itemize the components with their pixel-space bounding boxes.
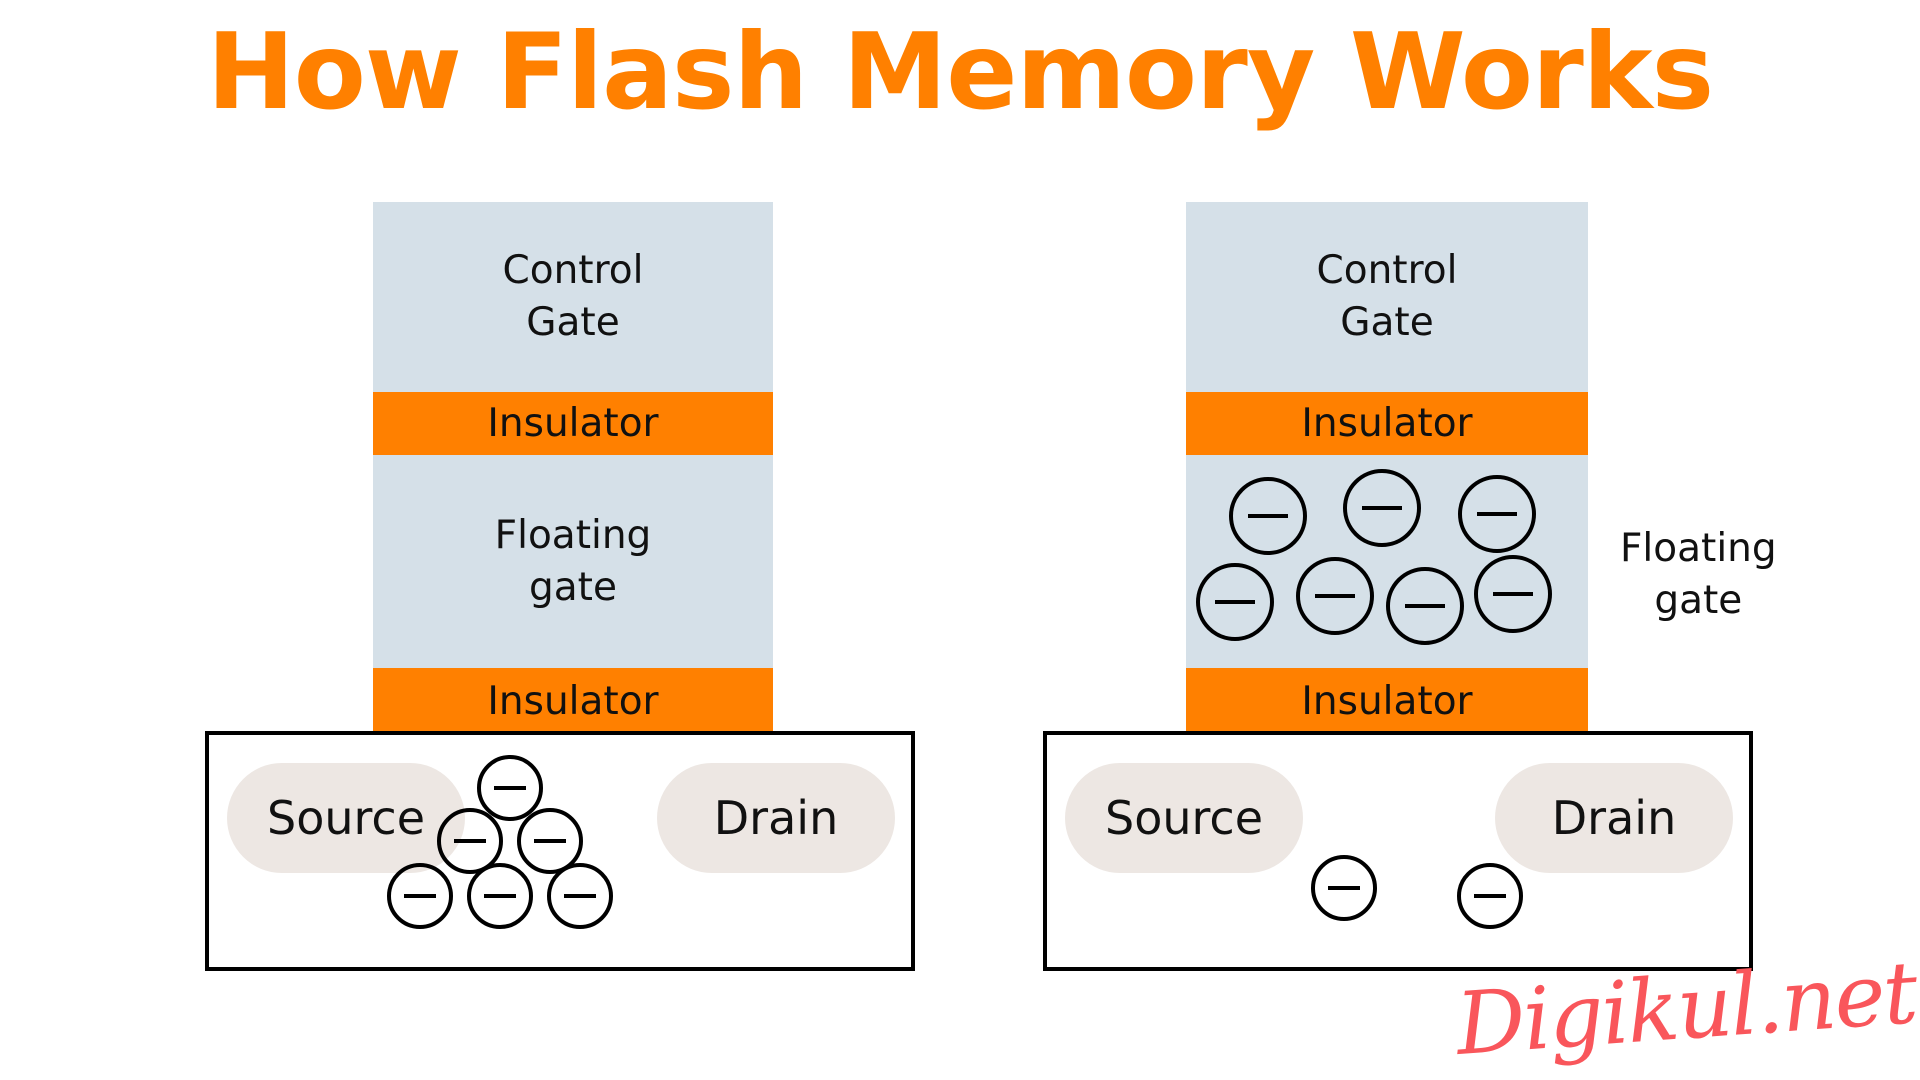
right-insulator-top-label: Insulator: [1301, 400, 1473, 446]
right-control-gate-label-line1: Control: [1316, 248, 1458, 294]
left-drain-label: Drain: [713, 791, 839, 845]
right-floating-gate-electron-3: [1458, 475, 1536, 553]
left-insulator-bottom-label: Insulator: [487, 678, 659, 724]
right-channel-electron-2: [1457, 863, 1523, 929]
left-insulator-top-label: Insulator: [487, 400, 659, 446]
right-drain-label: Drain: [1551, 791, 1677, 845]
right-drain-terminal: Drain: [1495, 763, 1733, 873]
left-insulator-bottom-layer: Insulator: [373, 668, 773, 735]
right-insulator-bottom-label: Insulator: [1301, 678, 1473, 724]
right-floating-gate-electron-4: [1196, 563, 1274, 641]
right-floating-gate-side-label-line1: Floating: [1620, 526, 1777, 571]
left-floating-gate-layer: Floating gate: [373, 455, 773, 668]
right-control-gate-layer: Control Gate: [1186, 202, 1588, 392]
page-title: How Flash Memory Works: [206, 11, 1714, 133]
right-floating-gate-electron-7: [1474, 555, 1552, 633]
left-source-label: Source: [267, 791, 425, 845]
diagram-canvas: How Flash Memory Works Control Gate Insu…: [0, 0, 1920, 1080]
right-insulator-bottom-layer: Insulator: [1186, 668, 1588, 735]
left-drain-terminal: Drain: [657, 763, 895, 873]
left-control-gate-label-line1: Control: [502, 248, 644, 294]
right-floating-gate-electron-5: [1296, 557, 1374, 635]
right-insulator-top-layer: Insulator: [1186, 392, 1588, 455]
right-source-terminal: Source: [1065, 763, 1303, 873]
left-substrate-box: Source Drain: [205, 731, 915, 971]
right-source-label: Source: [1105, 791, 1263, 845]
left-control-gate-layer: Control Gate: [373, 202, 773, 392]
right-floating-gate-side-label: Floating gate: [1620, 523, 1777, 627]
left-insulator-top-layer: Insulator: [373, 392, 773, 455]
right-floating-gate-electron-6: [1386, 567, 1464, 645]
left-channel-electron-5: [467, 863, 533, 929]
left-source-terminal: Source: [227, 763, 465, 873]
left-control-gate-label-line2: Gate: [526, 300, 620, 345]
right-control-gate-label-line2: Gate: [1340, 300, 1434, 345]
right-floating-gate-side-label-line2: gate: [1654, 577, 1743, 623]
left-floating-gate-label-line2: gate: [529, 564, 617, 610]
right-channel-electron-1: [1311, 855, 1377, 921]
left-channel-electron-4: [387, 863, 453, 929]
right-floating-gate-layer: [1186, 455, 1588, 668]
right-floating-gate-electron-2: [1343, 469, 1421, 547]
left-channel-electron-6: [547, 863, 613, 929]
right-substrate-box: Source Drain: [1043, 731, 1753, 971]
right-floating-gate-electron-1: [1229, 477, 1307, 555]
left-floating-gate-label-line1: Floating: [494, 512, 652, 558]
